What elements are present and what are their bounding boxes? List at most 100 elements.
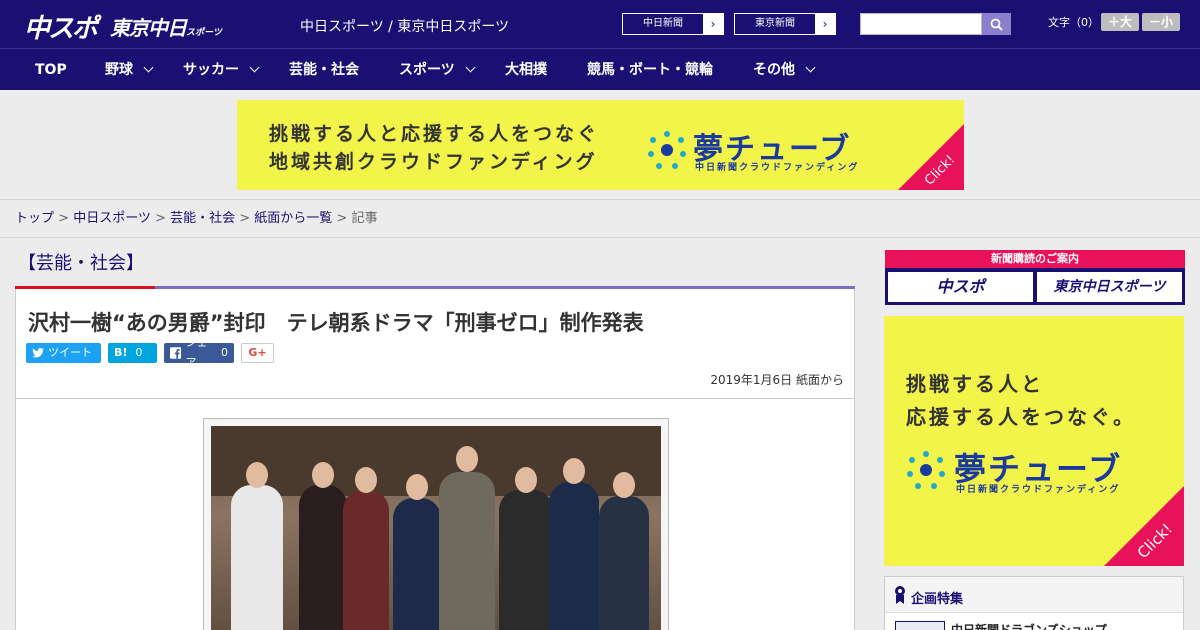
nav-label: 野球 bbox=[105, 62, 133, 78]
chevron-right-icon: › bbox=[703, 14, 723, 34]
nav-label: TOP bbox=[35, 62, 67, 78]
photo-person bbox=[549, 482, 599, 630]
yume-dots-icon bbox=[648, 131, 686, 169]
photo-person bbox=[299, 485, 347, 630]
site-links[interactable]: 中日スポーツ / 東京中日スポーツ bbox=[300, 16, 509, 36]
search-icon bbox=[990, 18, 1003, 31]
yume-tube-banner[interactable]: 挑戦する人と応援する人をつなぐ 地域共創クラウドファンディング 夢チューブ 中日… bbox=[237, 100, 964, 190]
font-size-label: 文字（0） bbox=[1048, 16, 1099, 29]
sidebar-ad-line1: 挑戦する人と bbox=[906, 372, 1044, 396]
photo-head bbox=[312, 462, 334, 488]
photo-person bbox=[231, 485, 283, 630]
breadcrumb-top[interactable]: トップ bbox=[15, 211, 54, 226]
nav-item-top[interactable]: TOP bbox=[35, 49, 67, 91]
chevron-down-icon bbox=[143, 62, 154, 73]
breadcrumb-sep: > bbox=[54, 211, 74, 226]
facebook-icon bbox=[170, 347, 182, 359]
breadcrumb-sep: > bbox=[235, 211, 255, 226]
breadcrumb-entertainment[interactable]: 芸能・社会 bbox=[170, 211, 235, 226]
google-plus-button[interactable]: G+ bbox=[241, 343, 274, 363]
sidebar-ad-brand-sub: 中日新聞クラウドファンディング bbox=[956, 485, 1121, 495]
feature-thumbnail[interactable] bbox=[895, 621, 945, 630]
photo-person bbox=[343, 490, 389, 630]
breadcrumb-current: 記事 bbox=[351, 211, 378, 226]
banner-text: 挑戦する人と応援する人をつなぐ 地域共創クラウドファンディング bbox=[269, 120, 599, 176]
tweet-label: ツイート bbox=[48, 346, 92, 359]
photo-head bbox=[246, 462, 268, 488]
subscription-title: 新聞購読のご案内 bbox=[885, 250, 1185, 268]
search-button[interactable] bbox=[982, 13, 1011, 35]
article-header: 沢村一樹“あの男爵”封印 テレ朝系ドラマ「刑事ゼロ」制作発表 ツイート B! 0… bbox=[15, 289, 855, 399]
feature-box: 企画特集 中日新聞ドラゴンズショップ bbox=[884, 576, 1184, 630]
facebook-count: 0 bbox=[221, 346, 228, 359]
article-headline: 沢村一樹“あの男爵”封印 テレ朝系ドラマ「刑事ゼロ」制作発表 bbox=[28, 311, 644, 335]
font-bigger-button[interactable]: ＋大 bbox=[1101, 13, 1139, 31]
subscribe-tokyo-button[interactable]: 東京中日スポーツ bbox=[1037, 272, 1182, 302]
feature-item-link[interactable]: 中日新聞ドラゴンズショップ bbox=[951, 621, 1107, 630]
tokyo-shimbun-label: 東京新聞 bbox=[755, 18, 795, 29]
nav-label: 競馬・ボート・競輪 bbox=[587, 62, 713, 78]
article-photo[interactable] bbox=[211, 426, 661, 630]
top-header: 中スポ 東京中日スポーツ 中日スポーツ / 東京中日スポーツ 中日新聞 › 東京… bbox=[0, 0, 1200, 48]
breadcrumb-paper-list[interactable]: 紙面から一覧 bbox=[254, 211, 332, 226]
nav-item-baseball[interactable]: 野球 bbox=[105, 49, 154, 91]
breadcrumb-sep: > bbox=[150, 211, 171, 226]
article-body bbox=[15, 399, 855, 630]
chevron-down-icon bbox=[465, 62, 476, 73]
nav-label: その他 bbox=[753, 62, 795, 78]
google-plus-icon: G+ bbox=[248, 346, 267, 359]
photo-head bbox=[563, 458, 585, 484]
chevron-down-icon bbox=[805, 62, 816, 73]
hatena-icon: B! bbox=[114, 346, 128, 359]
breadcrumb-chunichi-sports[interactable]: 中日スポーツ bbox=[73, 211, 151, 226]
chunichi-shimbun-label: 中日新聞 bbox=[643, 18, 683, 29]
nav-item-other[interactable]: その他 bbox=[753, 49, 816, 91]
nav-label: サッカー bbox=[183, 62, 239, 78]
photo-head bbox=[406, 474, 428, 500]
banner-zone: 挑戦する人と応援する人をつなぐ 地域共創クラウドファンディング 夢チューブ 中日… bbox=[0, 90, 1200, 200]
yume-dots-icon bbox=[907, 451, 945, 489]
hatena-count: 0 bbox=[135, 346, 143, 359]
nav-label: スポーツ bbox=[399, 62, 455, 78]
subscribe-chuspo-button[interactable]: 中スポ bbox=[888, 272, 1033, 302]
nav-item-soccer[interactable]: サッカー bbox=[183, 49, 260, 91]
subscription-box: 新聞購読のご案内 中スポ 東京中日スポーツ bbox=[885, 250, 1185, 305]
chevron-down-icon bbox=[249, 62, 260, 73]
breadcrumb: トップ > 中日スポーツ > 芸能・社会 > 紙面から一覧 > 記事 bbox=[0, 200, 1200, 238]
main-nav: TOP 野球 サッカー 芸能・社会 スポーツ 大相撲 競馬・ボート・競輪 その他 bbox=[0, 48, 1200, 90]
facebook-share-button[interactable]: シェア 0 bbox=[164, 336, 234, 369]
feature-title: 企画特集 bbox=[911, 592, 964, 607]
photo-head bbox=[613, 472, 635, 498]
photo-person bbox=[439, 472, 495, 630]
nav-item-sumo[interactable]: 大相撲 bbox=[505, 49, 547, 91]
nav-item-entertainment[interactable]: 芸能・社会 bbox=[289, 49, 359, 91]
chunichi-shimbun-button[interactable]: 中日新聞 › bbox=[622, 13, 724, 35]
tokyo-logo-suffix: スポーツ bbox=[186, 28, 222, 38]
section-title: 【芸能・社会】 bbox=[18, 253, 144, 274]
sidebar-yume-tube-ad[interactable]: 挑戦する人と 応援する人をつなぐ。 夢チューブ 中日新聞クラウドファンディング … bbox=[884, 316, 1184, 566]
nav-item-sports[interactable]: スポーツ bbox=[399, 49, 476, 91]
nav-label: 大相撲 bbox=[505, 62, 547, 78]
tweet-button[interactable]: ツイート bbox=[26, 343, 101, 363]
ribbon-icon bbox=[895, 586, 905, 604]
photo-head bbox=[456, 446, 478, 472]
photo-person bbox=[499, 490, 553, 630]
sidebar-ad-text: 挑戦する人と 応援する人をつなぐ。 bbox=[906, 368, 1136, 434]
photo-head bbox=[515, 467, 537, 493]
font-smaller-button[interactable]: －小 bbox=[1142, 13, 1180, 31]
tokyo-shimbun-button[interactable]: 東京新聞 › bbox=[734, 13, 836, 35]
tokyo-logo-text: 東京中日 bbox=[110, 16, 187, 40]
article-date: 2019年1月6日 紙面から bbox=[710, 373, 844, 387]
hatena-bookmark-button[interactable]: B! 0 bbox=[108, 343, 157, 363]
chuspo-logo[interactable]: 中スポ bbox=[24, 8, 98, 45]
banner-line2: 地域共創クラウドファンディング bbox=[269, 151, 598, 173]
article-photo-frame bbox=[203, 418, 669, 630]
nav-item-keiba[interactable]: 競馬・ボート・競輪 bbox=[587, 49, 713, 91]
search-input[interactable] bbox=[860, 13, 982, 35]
feature-header: 企画特集 bbox=[885, 577, 1183, 613]
tokyo-chunichi-logo[interactable]: 東京中日スポーツ bbox=[110, 12, 222, 41]
photo-person bbox=[393, 498, 441, 630]
banner-brand-sub: 中日新聞クラウドファンディング bbox=[695, 163, 860, 173]
facebook-label: シェア bbox=[185, 336, 208, 369]
chevron-right-icon: › bbox=[815, 14, 835, 34]
